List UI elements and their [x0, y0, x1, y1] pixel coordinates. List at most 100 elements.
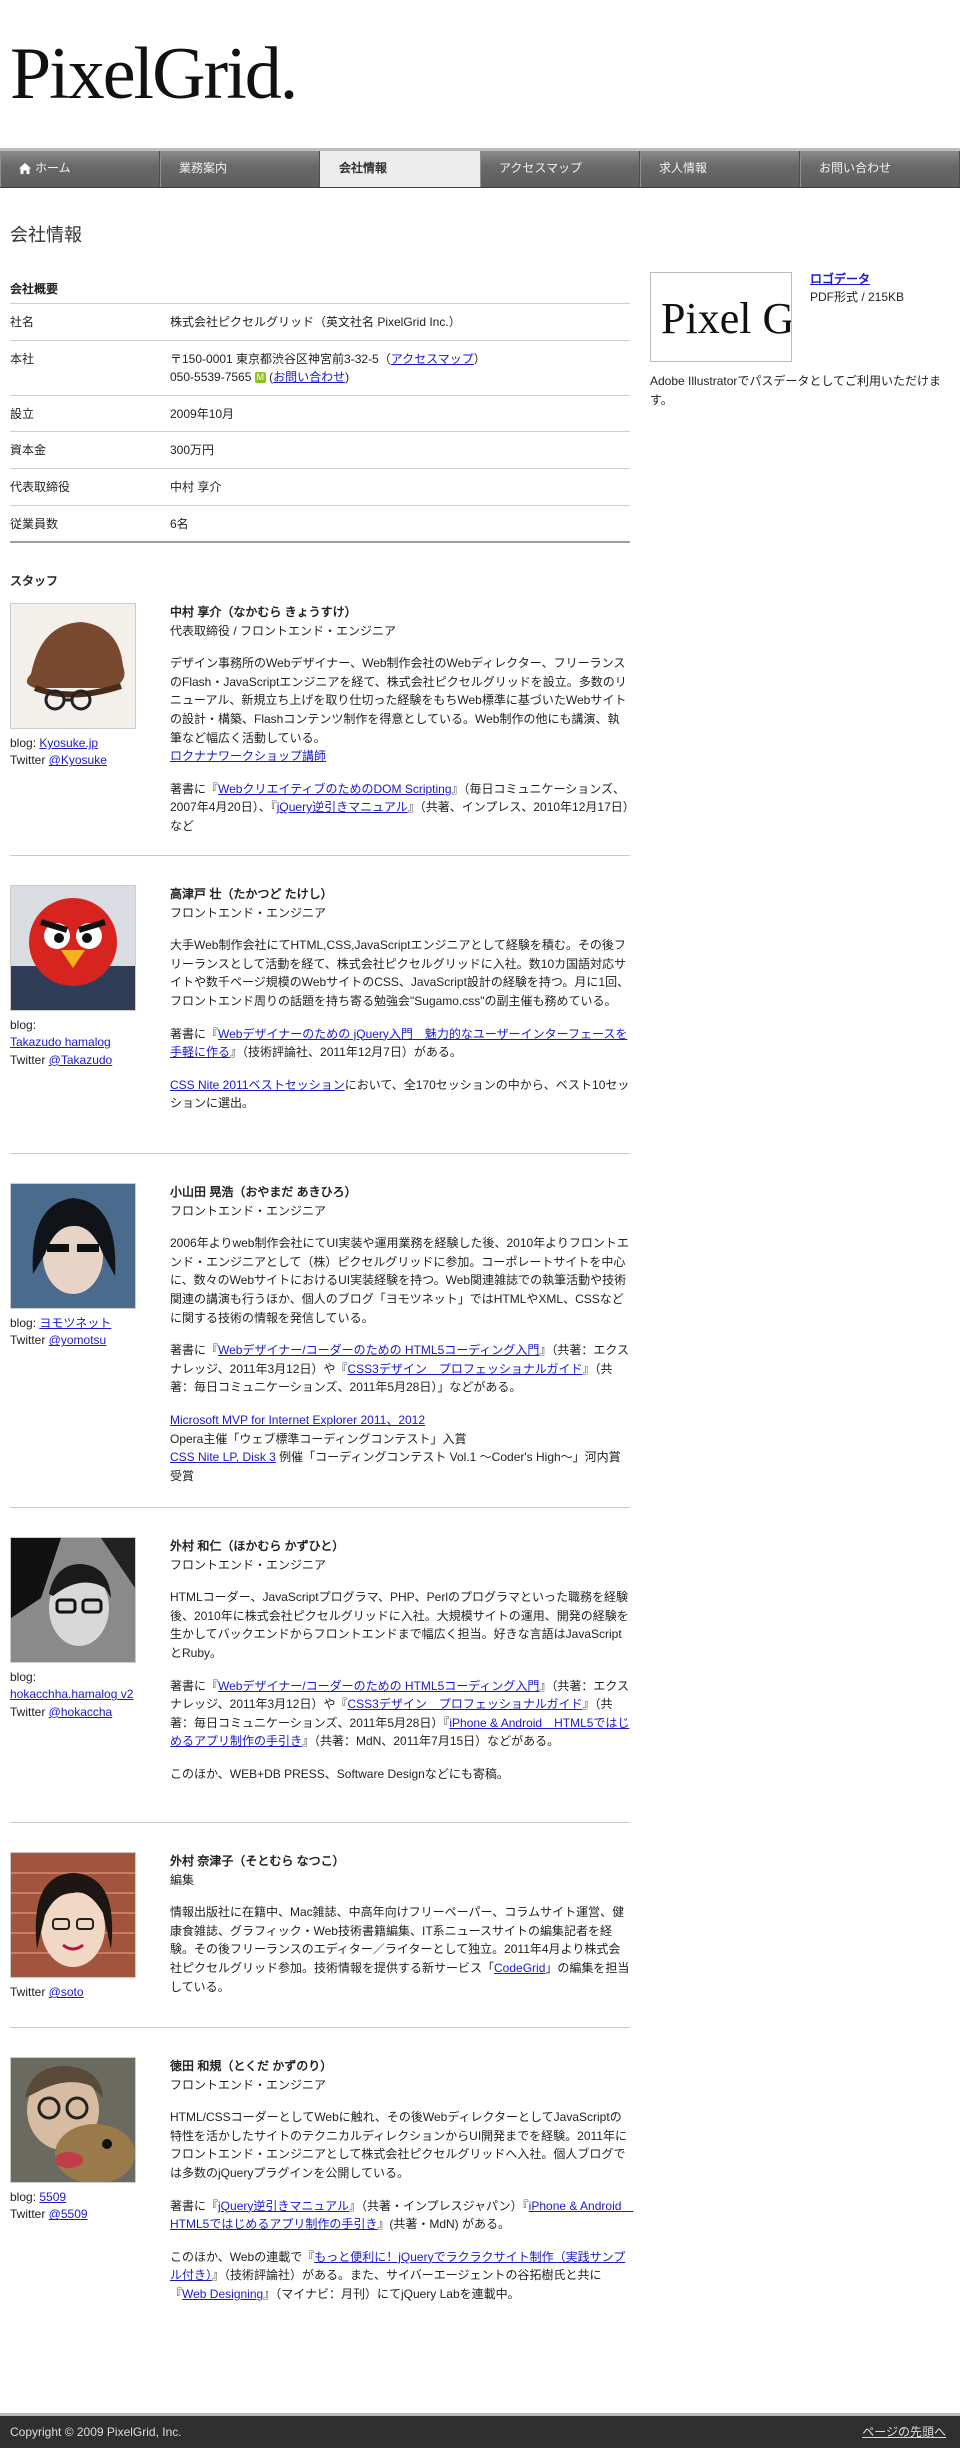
staff-books: 著書に『Webデザイナー/コーダーのための HTML5コーディング入門』（共著：… — [170, 1677, 630, 1751]
twitter-link[interactable]: @5509 — [49, 2207, 88, 2221]
books-text: 著書に『 — [170, 781, 219, 796]
staff-body: 外村 奈津子（そとむら なつこ） 編集 情報出版社に在籍中、Mac雑誌、中高年向… — [170, 1852, 630, 2010]
divider — [10, 2027, 630, 2028]
staff-role: フロントエンド・エンジニア — [170, 1203, 327, 1218]
nav-label: アクセスマップ — [499, 161, 583, 175]
ceo-label: 代表取締役 — [10, 467, 170, 506]
staff-award: CSS Nite 2011ベストセッションにおいて、全170セッションの中から、… — [170, 1076, 630, 1113]
nav-label: お問い合わせ — [819, 161, 892, 175]
blog-link[interactable]: hokacchha.hamalog v2 — [10, 1687, 133, 1701]
nav-label: ホーム — [35, 161, 71, 175]
twitter-link[interactable]: @soto — [49, 1985, 84, 1999]
home-icon — [19, 163, 31, 174]
staff-name: 外村 奈津子（そとむら なつこ） — [170, 1854, 345, 1868]
access-map-link[interactable]: アクセスマップ — [391, 352, 474, 366]
address-value: 〒150-0001 東京都渋谷区神宮前3-32-5（アクセスマップ） 050-5… — [170, 339, 630, 396]
twitter-link[interactable]: @yomotsu — [49, 1333, 107, 1347]
footer: Copyright © 2009 PixelGrid, Inc. ページの先頭へ — [0, 2413, 960, 2448]
company-name-value: 株式会社ピクセルグリッド（英文社名 PixelGrid Inc.） — [170, 303, 630, 341]
nav-home[interactable]: ホーム — [0, 151, 160, 187]
extra-text: 』（マイナビ：月刊）にてjQuery Labを連載中。 — [263, 2286, 520, 2301]
ceo-value: 中村 享介 — [170, 467, 630, 506]
logo-data-format: PDF形式 / 215KB — [810, 290, 905, 304]
magazine-link[interactable]: Web Designing — [182, 2287, 263, 2301]
capital-value: 300万円 — [170, 431, 630, 469]
contact-link[interactable]: お問い合わせ — [273, 370, 345, 384]
nav-label: 会社情報 — [339, 161, 388, 175]
nav-label: 求人情報 — [659, 161, 708, 175]
twitter-link[interactable]: @Kyosuke — [49, 753, 107, 767]
staff-body: 小山田 晃浩（おやまだ あきひろ） フロントエンド・エンジニア 2006年よりw… — [170, 1183, 630, 1499]
staff-photo — [10, 885, 136, 1011]
table-row: 代表取締役 中村 享介 — [10, 467, 630, 506]
staff-photo — [10, 1852, 136, 1978]
page-top-link[interactable]: ページの先頭へ — [862, 2423, 946, 2442]
nav-services[interactable]: 業務案内 — [160, 151, 320, 187]
blog-label: blog: — [10, 1316, 40, 1330]
nav-contact[interactable]: お問い合わせ — [800, 151, 960, 187]
blog-label: blog: — [10, 736, 40, 750]
book-link[interactable]: WebクリエイティブのためのDOM Scripting — [218, 782, 452, 796]
book-link[interactable]: Webデザイナー/コーダーのための HTML5コーディング入門 — [218, 1679, 539, 1693]
divider — [10, 1153, 630, 1154]
staff-role: フロントエンド・エンジニア — [170, 1557, 327, 1572]
blog-link[interactable]: ヨモツネット — [39, 1316, 111, 1330]
staff-body: 外村 和仁（ほかむら かずひと） フロントエンド・エンジニア HTMLコーダー、… — [170, 1537, 630, 1798]
staff-role: 代表取締役 / フロントエンド・エンジニア — [170, 623, 397, 638]
book-link[interactable]: CSS3デザイン プロフェッショナルガイド — [347, 1362, 582, 1376]
blog-label: blog: — [10, 1018, 37, 1032]
book-link[interactable]: CSS3デザイン プロフェッショナルガイド — [347, 1697, 582, 1711]
books-text: 著書に『 — [170, 2198, 219, 2213]
twitter-link[interactable]: @Takazudo — [49, 1053, 113, 1067]
staff-name: 徳田 和規（とくだ かずのり） — [170, 2059, 333, 2073]
twitter-link[interactable]: @hokaccha — [49, 1705, 113, 1719]
pixelgrid-logo[interactable]: PixelGrid. — [10, 26, 340, 116]
logo-data-link[interactable]: ロゴデータ — [810, 270, 870, 289]
twitter-label: Twitter — [10, 753, 49, 768]
codegrid-link[interactable]: CodeGrid — [494, 1961, 545, 1975]
book-link[interactable]: jQuery逆引きマニュアル — [218, 2199, 349, 2213]
staff-role: フロントエンド・エンジニア — [170, 905, 327, 920]
staff-name: 高津戸 壮（たかつど たけし） — [170, 887, 333, 901]
staff-body: 徳田 和規（とくだ かずのり） フロントエンド・エンジニア HTML/CSSコー… — [170, 2057, 633, 2318]
award-link[interactable]: CSS Nite LP, Disk 3 — [170, 1450, 276, 1464]
table-row: 従業員数 6名 — [10, 504, 630, 544]
book-link[interactable]: jQuery逆引きマニュアル — [277, 800, 408, 814]
nav-access[interactable]: アクセスマップ — [480, 151, 640, 187]
blog-link[interactable]: Kyosuke.jp — [39, 736, 98, 750]
blog-link[interactable]: Takazudo hamalog — [10, 1035, 111, 1049]
award-link[interactable]: Microsoft MVP for Internet Explorer 2011… — [170, 1413, 425, 1427]
founded-label: 設立 — [10, 394, 170, 432]
blog-label: blog: — [10, 1670, 37, 1684]
address-label: 本社 — [10, 339, 170, 396]
staff-heading: スタッフ — [10, 574, 59, 588]
extra-text: このほか、Webの連載で『 — [170, 2249, 315, 2264]
phone-number: 050-5539-7565 — [170, 370, 252, 385]
staff-bio: デザイン事務所のWebデザイナー、Web制作会社のWebディレクター、フリーラン… — [170, 654, 630, 766]
staff-photo — [10, 1183, 136, 1309]
staff-bio: HTML/CSSコーダーとしてWebに触れ、その後WebディレクターとしてJav… — [170, 2110, 627, 2180]
award-link[interactable]: CSS Nite 2011ベストセッション — [170, 1078, 345, 1092]
contact-suffix: ) — [345, 370, 350, 385]
staff-books: 著書に『jQuery逆引きマニュアル』（共著・インプレスジャパン）『iPhone… — [170, 2197, 633, 2234]
workshop-link[interactable]: ロクナナワークショップ講師 — [170, 749, 326, 763]
nav-recruit[interactable]: 求人情報 — [640, 151, 800, 187]
award-text: Opera主催「ウェブ標準コーディングコンテスト」入賞 — [170, 1431, 467, 1446]
staff-links: blog: hokacchha.hamalog v2 Twitter @hoka… — [10, 1669, 150, 1721]
employees-label: 従業員数 — [10, 504, 170, 544]
books-text: 著書に『 — [170, 1678, 219, 1693]
blog-link[interactable]: 5509 — [39, 2190, 66, 2204]
logo-thumbnail[interactable]: Pixel G — [650, 272, 792, 362]
books-text: 著書に『 — [170, 1343, 219, 1358]
global-nav: ホーム 業務案内 会社情報 アクセスマップ 求人情報 お問い合わせ — [0, 148, 960, 188]
page-title: 会社情報 — [10, 225, 82, 245]
twitter-label: Twitter — [10, 1333, 49, 1348]
staff-bio-text: デザイン事務所のWebデザイナー、Web制作会社のWebディレクター、フリーラン… — [170, 656, 627, 745]
nav-company[interactable]: 会社情報 — [320, 151, 480, 187]
copyright: Copyright © 2009 PixelGrid, Inc. — [10, 2425, 182, 2439]
staff-bio: 大手Web制作会社にてHTML,CSS,JavaScriptエンジニアとして経験… — [170, 938, 630, 1008]
twitter-label: Twitter — [10, 1052, 49, 1067]
book-link[interactable]: Webデザイナー/コーダーのための HTML5コーディング入門 — [218, 1343, 539, 1357]
company-heading: 会社概要 — [10, 282, 59, 296]
divider — [10, 1507, 630, 1508]
